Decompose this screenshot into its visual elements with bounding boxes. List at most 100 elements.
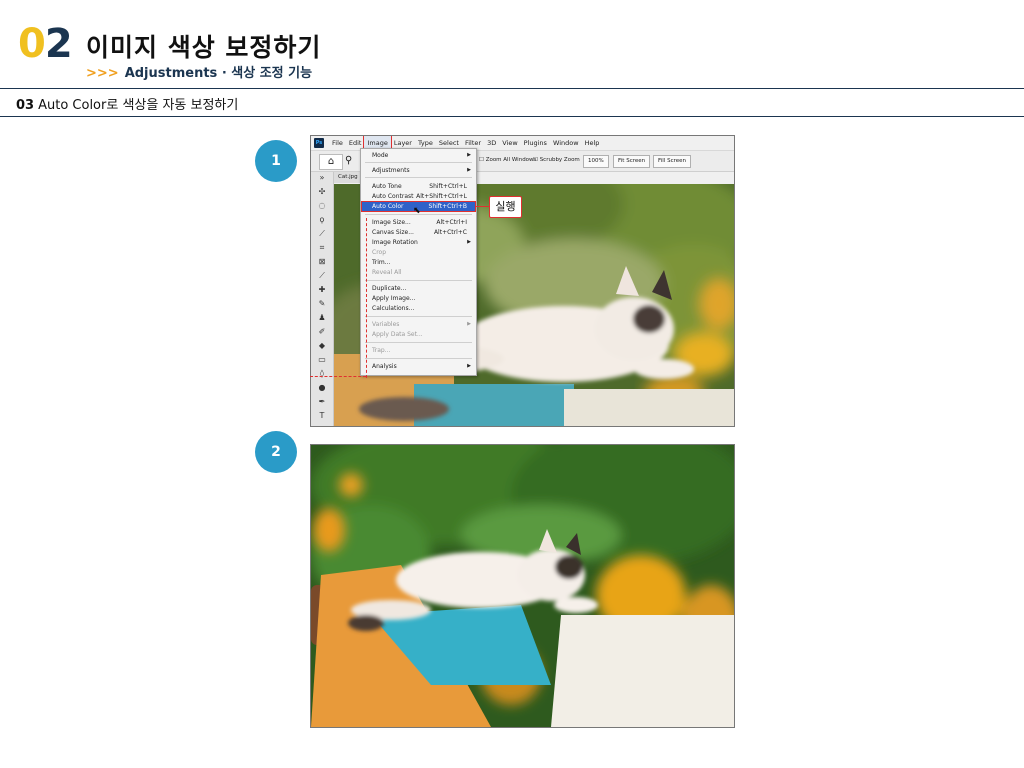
- brush-tool-icon[interactable]: ✎: [313, 298, 331, 310]
- menu-item-label: Crop: [372, 249, 387, 256]
- menu-item-label: Trap...: [372, 347, 391, 354]
- menu-item-shortcut: Alt+Shift+Ctrl+L: [416, 193, 467, 200]
- menu-item-apply-data-set: Apply Data Set...: [362, 330, 475, 339]
- step-title-text: Auto Color로 색상을 자동 보정하기: [38, 98, 239, 113]
- quick-select-tool-icon[interactable]: ⟋: [313, 228, 331, 240]
- zoom-all-windows-checkbox[interactable]: ☐ Zoom All Windows: [479, 157, 536, 163]
- callout-connector: [476, 206, 490, 207]
- menu-item-adjustments[interactable]: Adjustments ▶: [362, 166, 475, 175]
- menu-item-analysis[interactable]: Analysis ▶: [362, 362, 475, 371]
- chapter-number-first-digit: 0: [18, 21, 46, 67]
- move-tool-icon[interactable]: ✣: [313, 186, 331, 198]
- fit-screen-button[interactable]: Fit Screen: [613, 155, 651, 168]
- menu-item-label: Auto Tone: [372, 183, 402, 190]
- menu-item-apply-image[interactable]: Apply Image...: [362, 294, 475, 303]
- menu-window[interactable]: Window: [550, 136, 582, 150]
- menu-item-trap: Trap...: [362, 346, 475, 355]
- menu-item-label: Auto Contrast: [372, 193, 414, 200]
- submenu-arrow-icon: ▶: [467, 239, 471, 245]
- photoshop-logo-icon: Ps: [314, 138, 324, 148]
- submenu-arrow-icon: ▶: [467, 321, 471, 327]
- submenu-arrow-icon: ▶: [467, 152, 471, 158]
- menu-item-crop: Crop: [362, 248, 475, 257]
- guide-line-horizontal: [310, 376, 366, 377]
- blur-tool-icon[interactable]: ◊: [313, 368, 331, 380]
- lasso-tool-icon[interactable]: ϙ: [313, 214, 331, 226]
- submenu-arrow-icon: ▶: [467, 167, 471, 173]
- menu-item-label: Image Rotation: [372, 239, 418, 246]
- gradient-tool-icon[interactable]: ▭: [313, 354, 331, 366]
- menu-item-duplicate[interactable]: Duplicate...: [362, 284, 475, 293]
- subtitle-arrows: >>>: [86, 66, 119, 81]
- home-icon[interactable]: ⌂: [319, 154, 343, 170]
- menu-file[interactable]: File: [329, 136, 346, 150]
- step-badge-2: 2: [255, 431, 297, 473]
- menu-item-image-size[interactable]: Image Size... Alt+Ctrl+I: [362, 218, 475, 227]
- guide-line-vertical: [366, 218, 367, 378]
- execute-callout: 실행: [489, 196, 522, 218]
- menu-item-label: Apply Data Set...: [372, 331, 423, 338]
- healing-brush-tool-icon[interactable]: ✚: [313, 284, 331, 296]
- menu-item-shortcut: Shift+Ctrl+L: [429, 183, 467, 190]
- eraser-tool-icon[interactable]: ◆: [313, 340, 331, 352]
- clone-stamp-tool-icon[interactable]: ♟: [313, 312, 331, 324]
- chapter-number: 02: [18, 21, 73, 67]
- menu-item-shortcut: Shift+Ctrl+B: [428, 203, 467, 210]
- menu-item-mode[interactable]: Mode ▶: [362, 151, 475, 160]
- collapse-panel-icon[interactable]: »: [313, 172, 331, 184]
- fill-screen-button[interactable]: Fill Screen: [653, 155, 692, 168]
- marquee-tool-icon[interactable]: ◌: [313, 200, 331, 212]
- menu-item-trim[interactable]: Trim...: [362, 258, 475, 267]
- menu-item-canvas-size[interactable]: Canvas Size... Alt+Ctrl+C: [362, 228, 475, 237]
- menu-item-label: Trim...: [372, 259, 391, 266]
- menu-separator: [365, 316, 472, 317]
- step-badge-1: 1: [255, 140, 297, 182]
- result-photo: [310, 444, 735, 728]
- scrubby-zoom-checkbox[interactable]: ☐ Scrubby Zoom: [533, 157, 580, 163]
- subtitle-text: Adjustments · 색상 조정 기능: [124, 66, 313, 81]
- menu-3d[interactable]: 3D: [484, 136, 499, 150]
- header-divider-bottom: [0, 116, 1024, 117]
- menu-item-image-rotation[interactable]: Image Rotation ▶: [362, 238, 475, 247]
- menu-plugins[interactable]: Plugins: [521, 136, 550, 150]
- step-title: 03 Auto Color로 색상을 자동 보정하기: [16, 94, 238, 113]
- menu-view[interactable]: View: [499, 136, 520, 150]
- menu-item-shortcut: Alt+Ctrl+C: [433, 229, 467, 236]
- history-brush-tool-icon[interactable]: ✐: [313, 326, 331, 338]
- header-divider-top: [0, 88, 1024, 89]
- tools-panel: » ✣ ◌ ϙ ⟋ ⌗ ⊠ ⟋ ✚ ✎ ♟ ✐ ◆ ▭ ◊ ● ✒ T: [311, 172, 334, 426]
- menu-item-label: Calculations...: [372, 305, 415, 312]
- mouse-pointer-icon: ⬉: [413, 206, 421, 216]
- chapter-title: 이미지 색상 보정하기: [86, 33, 322, 62]
- menu-item-shortcut: Alt+Ctrl+I: [436, 219, 467, 226]
- menu-item-label: Apply Image...: [372, 295, 416, 302]
- eyedropper-tool-icon[interactable]: ⟋: [313, 270, 331, 282]
- menu-help[interactable]: Help: [582, 136, 603, 150]
- menu-separator: [365, 177, 472, 178]
- menu-item-label: Auto Color: [372, 203, 404, 210]
- menu-item-label: Mode: [372, 152, 389, 159]
- menu-item-label: Duplicate...: [372, 285, 407, 292]
- menu-item-variables: Variables ▶: [362, 320, 475, 329]
- submenu-arrow-icon: ▶: [467, 363, 471, 369]
- menu-item-label: Analysis: [372, 363, 397, 370]
- menu-item-auto-contrast[interactable]: Auto Contrast Alt+Shift+Ctrl+L: [362, 192, 475, 201]
- menu-item-calculations[interactable]: Calculations...: [362, 304, 475, 313]
- type-tool-icon[interactable]: T: [313, 410, 331, 422]
- menu-item-label: Canvas Size...: [372, 229, 414, 236]
- crop-tool-icon[interactable]: ⌗: [313, 242, 331, 254]
- zoom-100-button[interactable]: 100%: [583, 155, 609, 168]
- zoom-tool-icon[interactable]: ⚲: [345, 154, 352, 168]
- image-menu-dropdown: Mode ▶ Adjustments ▶ Auto Tone Shift+Ctrl+L…: [360, 148, 477, 376]
- chapter-subtitle: >>> Adjustments · 색상 조정 기능: [86, 62, 312, 81]
- menu-item-label: Image Size...: [372, 219, 411, 226]
- menu-item-auto-tone[interactable]: Auto Tone Shift+Ctrl+L: [362, 182, 475, 191]
- menu-item-reveal-all: Reveal All: [362, 268, 475, 277]
- dodge-tool-icon[interactable]: ●: [313, 382, 331, 394]
- menu-item-label: Variables: [372, 321, 400, 328]
- menu-separator: [365, 162, 472, 163]
- zoom-all-windows-label: Zoom All Windows: [485, 157, 537, 163]
- pen-tool-icon[interactable]: ✒: [313, 396, 331, 408]
- frame-tool-icon[interactable]: ⊠: [313, 256, 331, 268]
- menu-item-label: Reveal All: [372, 269, 402, 276]
